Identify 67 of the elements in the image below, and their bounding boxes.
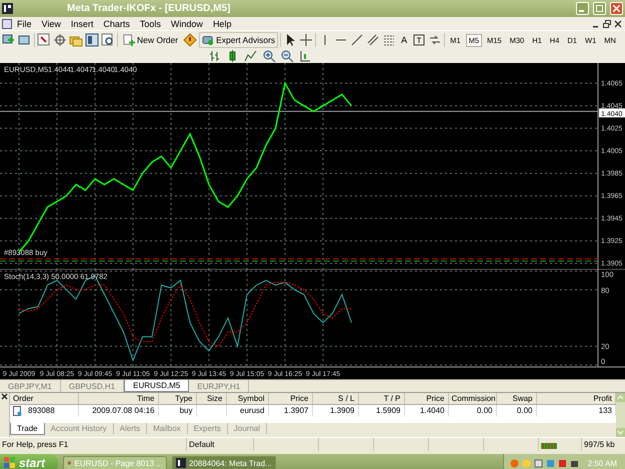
chart-window-icon[interactable] — [2, 18, 12, 28]
maximize-button[interactable] — [593, 2, 606, 15]
table-cell: 1.3909 — [330, 406, 354, 415]
close-button[interactable] — [610, 2, 623, 15]
text-label-icon[interactable] — [412, 33, 426, 47]
close-icon[interactable] — [614, 20, 622, 28]
channel-icon[interactable] — [366, 33, 380, 47]
table-cell: eurusd — [240, 406, 264, 415]
table-cell: 1.4040 — [420, 406, 444, 415]
status-text: For Help, press F1 — [2, 440, 68, 449]
column-header[interactable]: S / L — [312, 393, 358, 404]
column-header[interactable]: Size — [196, 393, 226, 404]
crosshair-icon[interactable] — [299, 33, 314, 47]
document-plus-icon — [123, 34, 135, 46]
column-header[interactable]: Type — [158, 393, 196, 404]
zoom-in-icon[interactable] — [262, 49, 276, 63]
clock: 2:50 AM — [588, 458, 617, 468]
table-cell: 893088 — [28, 406, 55, 415]
column-header[interactable]: Symbol — [226, 393, 268, 404]
column-header[interactable]: Profit — [536, 393, 616, 404]
column-header[interactable]: T / P — [358, 393, 404, 404]
column-header[interactable]: Time — [78, 393, 158, 404]
table-cell: 0.00 — [476, 406, 492, 415]
warning-icon[interactable] — [183, 33, 198, 47]
line-chart-icon[interactable] — [244, 49, 258, 63]
text-tool[interactable]: A — [398, 35, 410, 45]
table-cell: buy — [180, 406, 192, 415]
menu-item[interactable]: Help — [208, 18, 236, 28]
column-header[interactable]: Price — [404, 393, 448, 404]
document-icon — [13, 406, 22, 416]
arrows-icon[interactable] — [428, 33, 442, 47]
table-cell: 2009.07.08 04:16 — [92, 406, 154, 415]
restore-icon[interactable] — [603, 20, 611, 28]
menu-item[interactable]: File — [12, 18, 37, 28]
window-title: Meta Trader-IKOFx - [EURUSD,M5] — [66, 3, 232, 14]
minimize-button[interactable] — [576, 2, 589, 15]
close-icon — [613, 5, 620, 12]
profile-name: Default — [189, 440, 214, 449]
windows-flag-icon — [4, 457, 16, 469]
table-cell: 1.3907 — [284, 406, 308, 415]
new-order-button[interactable]: New Order — [120, 32, 182, 48]
globe-icon — [67, 458, 72, 468]
table-cell: 133 — [598, 406, 612, 415]
menu-item[interactable]: Window — [166, 18, 208, 28]
menu-item[interactable]: Tools — [134, 18, 166, 28]
maximize-icon — [596, 5, 603, 12]
menu-item[interactable]: Insert — [66, 18, 98, 28]
terminal-tab[interactable]: Trade — [10, 423, 45, 435]
traffic-text: 997/5 kb — [584, 440, 615, 449]
column-header[interactable]: Commission — [448, 393, 496, 404]
expert-advisors-button[interactable]: Expert Advisors — [199, 32, 278, 48]
column-header[interactable]: Swap — [496, 393, 536, 404]
table-cell: 0.00 — [516, 406, 532, 415]
app-icon — [2, 3, 13, 14]
zoom-out-icon[interactable] — [280, 49, 294, 63]
taskbar-button[interactable]: 20884064: Meta Trad... — [172, 456, 276, 469]
close-icon[interactable] — [1, 393, 8, 400]
menu-item[interactable]: Charts — [98, 18, 135, 28]
bar-chart-icon[interactable] — [208, 49, 222, 63]
app-icon — [176, 458, 186, 468]
column-header[interactable]: Order — [10, 393, 78, 404]
trend-line-icon[interactable] — [350, 33, 364, 47]
column-header[interactable]: Price — [268, 393, 312, 404]
chart-tab[interactable]: EURUSD,M5 — [124, 380, 190, 392]
connection-bars-icon — [541, 440, 557, 448]
menu-item[interactable]: View — [36, 18, 66, 28]
table-cell: 1.5909 — [376, 406, 400, 415]
